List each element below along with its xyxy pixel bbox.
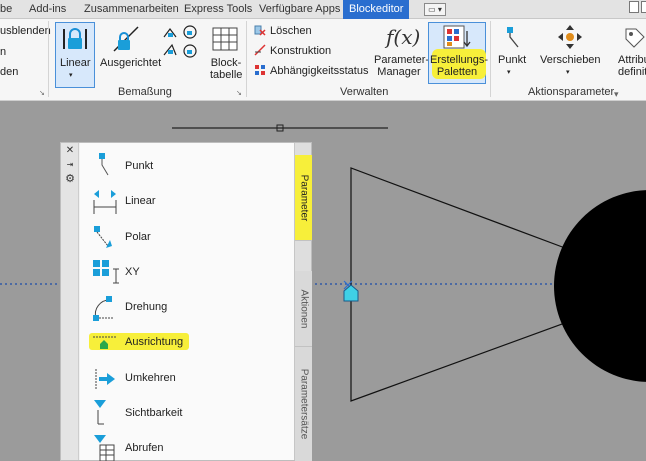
palette-item-umkehren[interactable]: Umkehren (80, 363, 280, 393)
ausgerichtet-lock-icon[interactable] (110, 25, 144, 56)
attribut-definition-icon[interactable] (622, 25, 646, 54)
palette-close-icon[interactable]: ✕ (65, 146, 75, 156)
erstellungs-paletten-icon (443, 25, 471, 54)
ribbon-item-ausblenden-2[interactable]: den (0, 66, 18, 78)
tab-blockeditor[interactable]: Blockeditor (343, 0, 410, 19)
palette-item-label: Punkt (125, 160, 154, 172)
palette-titlebar[interactable]: ✕ ⇥ ⚙ (61, 143, 79, 460)
linear-label: Linear (60, 57, 91, 69)
ausrichtung-param-icon (92, 327, 118, 357)
parameter-manager-label-2: Manager (377, 66, 421, 78)
panel-title-verwalten: Verwalten (340, 86, 389, 98)
palette-item-label: Drehung (125, 301, 168, 313)
ribbon-item-einblenden[interactable]: n (0, 46, 6, 58)
parameter-manager-label-1: Parameter- (374, 54, 430, 66)
sichtbarkeit-param-icon (92, 398, 118, 428)
panel-title-aktionsparameter: Aktionsparameter (528, 86, 615, 98)
loeschen-icon[interactable] (254, 24, 266, 39)
ribbon-tab-bar: be Add-ins Zusammenarbeiten Express Tool… (0, 0, 646, 19)
basepoint-grip-icon[interactable] (341, 279, 361, 305)
tab-zusammenarbeiten[interactable]: Zusammenarbeiten (84, 0, 179, 19)
palette-item-xy[interactable]: XY (80, 257, 280, 287)
window-restore-icon[interactable] (629, 1, 639, 13)
palette-item-polar[interactable]: Polar (80, 222, 280, 252)
tab-parametersaetze[interactable]: Parametersätze (295, 347, 312, 461)
parameter-manager-fx-icon[interactable]: f(x) (386, 25, 420, 49)
ribbon-item-ausblenden[interactable]: usblenden (0, 25, 51, 37)
tab-aktionen-label: Aktionen (298, 289, 309, 328)
linear-dropdown-arrow-icon[interactable]: ▾ (69, 70, 73, 82)
blocktabelle-label-2: tabelle (210, 69, 243, 81)
loeschen-button[interactable]: Löschen (270, 25, 312, 37)
palette-item-linear[interactable]: Linear (80, 186, 280, 216)
panel-separator (490, 21, 491, 97)
palette-item-label: Sichtbarkeit (125, 407, 183, 419)
linear-lock-icon (60, 25, 90, 56)
tab-add-ins[interactable]: Add-ins (29, 0, 66, 19)
tab-express-tools[interactable]: Express Tools (184, 0, 252, 19)
palette-item-label: Ausrichtung (125, 336, 184, 348)
panel-title-bemassung: Bemaßung (118, 86, 172, 98)
palette-item-sichtbarkeit[interactable]: Sichtbarkeit (80, 398, 280, 428)
erstellungs-paletten-label-2: Paletten (436, 66, 478, 78)
ribbon: usblenden n den ↘ Linear ▾ Ausgerichtet (0, 19, 646, 101)
xy-param-icon (92, 257, 119, 287)
tab-parameter[interactable]: Parameter (295, 155, 312, 241)
tab-verfuegbare-apps[interactable]: Verfügbare Apps (259, 0, 340, 19)
ausgerichtet-label: Ausgerichtet (100, 57, 162, 69)
palette-item-drehung[interactable]: Drehung (80, 292, 280, 322)
dimension-constraints-icon[interactable] (160, 23, 200, 62)
panel-separator (246, 21, 247, 97)
blocktabelle-table-icon[interactable] (212, 27, 238, 54)
punkt-icon (92, 151, 118, 181)
panel-separator (48, 21, 49, 97)
abrufen-param-icon (92, 433, 118, 461)
palette-item-label: Linear (125, 195, 156, 207)
palette-item-ausrichtung[interactable]: Ausrichtung (80, 327, 280, 357)
attribut-definition-label-1[interactable]: Attribu (618, 54, 646, 66)
bemassung-launcher-icon[interactable]: ↘ (236, 89, 242, 97)
attribut-definition-label-2[interactable]: definiti (618, 66, 646, 78)
palette-content: Punkt Linear Polar XY Drehung Ausrichtun… (80, 143, 296, 461)
verschieben-label: Verschieben (540, 54, 601, 66)
palette-item-label: Abrufen (125, 442, 164, 454)
verschieben-move-icon[interactable] (556, 23, 584, 54)
umkehren-param-icon (92, 363, 118, 393)
linear-param-icon (92, 186, 118, 216)
punkt-parameter-icon[interactable] (502, 25, 524, 56)
palette-item-label: XY (125, 266, 140, 278)
polar-param-icon (92, 222, 118, 252)
blocktabelle-label-1: Block- (210, 57, 242, 69)
palette-item-label: Polar (125, 231, 151, 243)
tab-ansicht[interactable]: be (0, 0, 12, 19)
palette-item-label: Umkehren (125, 372, 176, 384)
aktionsparameter-expand-icon[interactable]: ▾ (614, 89, 619, 100)
punkt-dropdown-arrow-icon[interactable]: ▾ (507, 67, 511, 79)
palette-item-punkt[interactable]: Punkt (80, 151, 280, 181)
palette-autohide-icon[interactable]: ⇥ (65, 160, 75, 170)
palette-tab-strip: Parameter Aktionen Parametersätze (294, 143, 312, 461)
konstruktion-icon[interactable] (254, 44, 266, 59)
abhaengigkeitsstatus-button[interactable]: Abhängigkeitsstatus (270, 65, 368, 77)
tab-parameter-label: Parameter (298, 174, 309, 221)
tab-aktionen[interactable]: Aktionen (295, 271, 312, 347)
palette-item-abrufen[interactable]: Abrufen (80, 433, 280, 461)
tab-overflow-dropdown[interactable]: ▭ ▾ (424, 3, 446, 16)
erstellungs-paletten-label-1: Erstellungs- (430, 54, 489, 66)
window-close-icon[interactable] (641, 1, 646, 13)
drehung-param-icon (92, 292, 118, 322)
konstruktion-button[interactable]: Konstruktion (270, 45, 331, 57)
tool-palette: ✕ ⇥ ⚙ Punkt Linear Polar XY Drehung Ausr… (60, 142, 312, 461)
punkt-label: Punkt (498, 54, 527, 66)
panel-launcher-icon[interactable]: ↘ (39, 89, 45, 97)
palette-properties-icon[interactable]: ⚙ (65, 174, 75, 185)
tab-parametersaetze-label: Parametersätze (298, 368, 309, 440)
abhaengigkeitsstatus-icon[interactable] (254, 64, 266, 79)
verschieben-dropdown-arrow-icon[interactable]: ▾ (566, 67, 570, 79)
